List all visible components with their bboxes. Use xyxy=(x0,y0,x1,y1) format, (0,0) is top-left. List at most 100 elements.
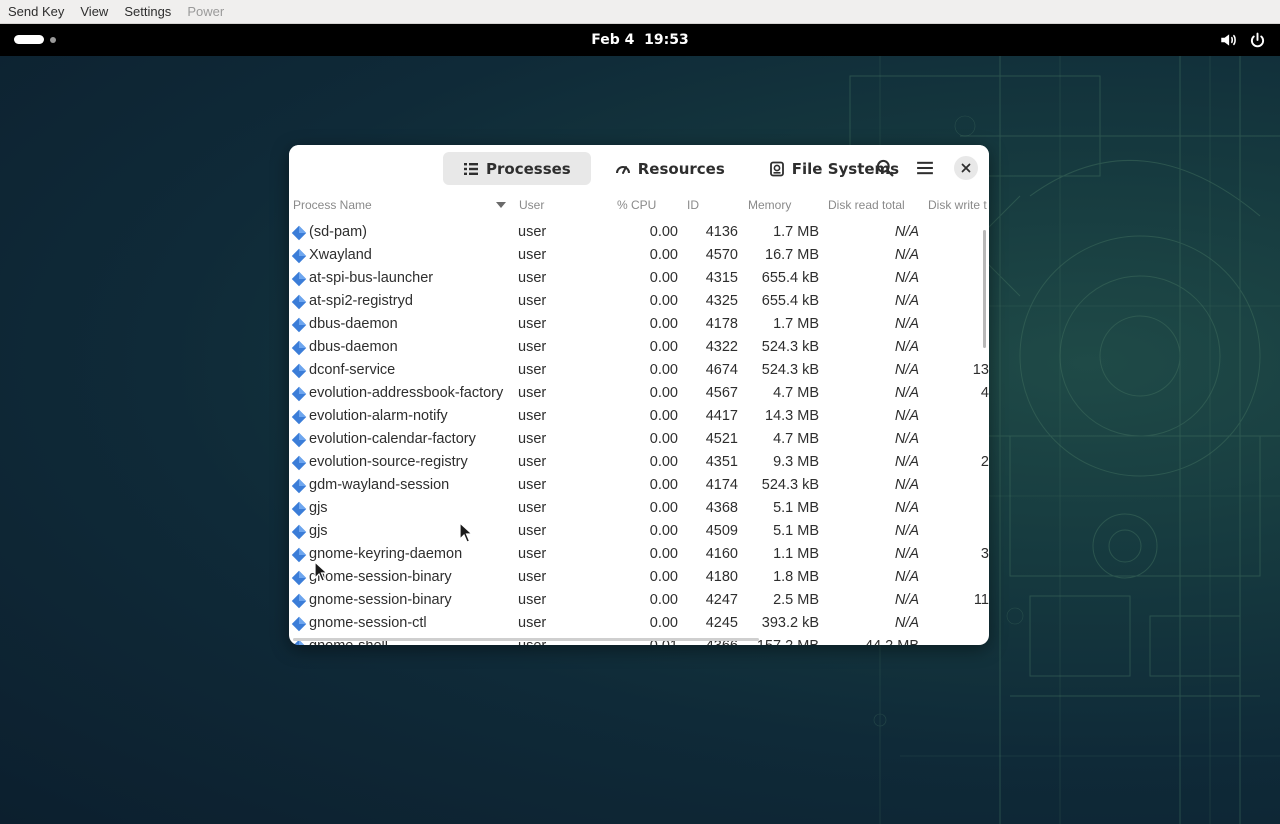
process-name: evolution-calendar-factory xyxy=(309,431,476,447)
process-id: 4174 xyxy=(705,477,738,493)
main-menu-button[interactable] xyxy=(911,154,939,182)
process-icon xyxy=(291,248,307,264)
table-row[interactable]: evolution-calendar-factory user 0.00 4521 4.… xyxy=(289,429,989,452)
menu-send-key[interactable]: Send Key xyxy=(0,0,72,24)
search-button[interactable] xyxy=(871,154,899,182)
process-icon xyxy=(291,501,307,517)
process-name: gjs xyxy=(309,500,328,516)
window-headerbar: Processes Resources File Systems xyxy=(289,145,989,191)
power-icon[interactable] xyxy=(1249,32,1266,49)
table-row[interactable]: gjs user 0.00 4509 5.1 MB N/A xyxy=(289,521,989,544)
sort-descending-icon[interactable] xyxy=(496,202,506,209)
table-row[interactable]: gnome-session-binary user 0.00 4180 1.8 MB N/… xyxy=(289,567,989,590)
table-row[interactable]: gjs user 0.00 4368 5.1 MB N/A xyxy=(289,498,989,521)
process-disk-write: 114. xyxy=(973,592,989,608)
process-name: dbus-daemon xyxy=(309,339,398,355)
process-icon xyxy=(291,386,307,402)
process-name: gdm-wayland-session xyxy=(309,477,450,493)
workspace-active-pill xyxy=(14,35,44,44)
process-memory: 393.2 kB xyxy=(761,615,819,631)
view-switcher: Processes Resources File Systems xyxy=(443,152,919,185)
process-memory: 1.7 MB xyxy=(773,224,819,240)
process-cpu: 0.00 xyxy=(649,592,678,608)
list-icon xyxy=(464,162,478,175)
process-memory: 1.1 MB xyxy=(773,546,819,562)
tab-resources[interactable]: Resources xyxy=(595,152,745,185)
process-cpu: 0.00 xyxy=(649,247,678,263)
process-icon xyxy=(291,524,307,540)
col-id[interactable]: ID xyxy=(687,198,699,212)
table-row[interactable]: (sd-pam) user 0.00 4136 1.7 MB N/A xyxy=(289,222,989,245)
table-row[interactable]: at-spi-bus-launcher user 0.00 4315 655.4 kB N… xyxy=(289,268,989,291)
gauge-icon xyxy=(615,165,630,174)
horizontal-scrollbar[interactable] xyxy=(293,638,759,641)
process-id: 4674 xyxy=(705,362,738,378)
process-user: user xyxy=(518,477,547,493)
workspace-dot xyxy=(50,36,56,43)
process-disk-read: N/A xyxy=(894,385,919,401)
volume-icon[interactable] xyxy=(1219,31,1237,49)
process-cpu: 0.00 xyxy=(649,454,678,470)
process-name: evolution-source-registry xyxy=(309,454,468,470)
process-memory: 524.3 kB xyxy=(761,339,819,355)
process-icon xyxy=(291,432,307,448)
table-row[interactable]: gnome-session-binary user 0.00 4247 2.5 MB N/… xyxy=(289,590,989,613)
process-name: dconf-service xyxy=(309,362,396,378)
process-name: evolution-addressbook-factory xyxy=(309,385,504,401)
table-row[interactable]: evolution-addressbook-factory user 0.00 456… xyxy=(289,383,989,406)
process-user: user xyxy=(518,247,547,263)
process-cpu: 0.00 xyxy=(649,385,678,401)
tab-processes[interactable]: Processes xyxy=(443,152,591,185)
menu-view[interactable]: View xyxy=(72,0,116,24)
activities-indicator-icon[interactable] xyxy=(14,35,56,44)
col-memory[interactable]: Memory xyxy=(748,198,791,212)
close-button[interactable] xyxy=(954,156,978,180)
process-user: user xyxy=(518,615,547,631)
process-disk-write: 131. xyxy=(972,362,989,378)
clock-time[interactable]: 19:53 xyxy=(644,32,689,48)
process-id: 4322 xyxy=(705,339,738,355)
mouse-pointer-icon xyxy=(459,522,473,543)
process-icon xyxy=(291,340,307,356)
process-table: (sd-pam) user 0.00 4136 1.7 MB N/A Xwayland use… xyxy=(289,222,989,645)
process-disk-write: 45. xyxy=(980,385,989,401)
process-disk-read: N/A xyxy=(894,454,919,470)
table-row[interactable]: evolution-source-registry user 0.00 4351 9.3… xyxy=(289,452,989,475)
table-row[interactable]: dconf-service user 0.00 4674 524.3 kB N/A 131. xyxy=(289,360,989,383)
clock-date[interactable]: Feb 4 xyxy=(591,32,634,48)
table-row[interactable]: dbus-daemon user 0.00 4322 524.3 kB N/A xyxy=(289,337,989,360)
table-row[interactable]: gnome-session-ctl user 0.00 4245 393.2 kB N/A xyxy=(289,613,989,636)
process-name: gjs xyxy=(309,523,328,539)
process-cpu: 0.00 xyxy=(649,362,678,378)
table-row[interactable]: gdm-wayland-session user 0.00 4174 524.3 kB N… xyxy=(289,475,989,498)
process-disk-read: N/A xyxy=(894,408,919,424)
process-id: 4567 xyxy=(705,385,738,401)
process-user: user xyxy=(518,408,547,424)
process-icon xyxy=(291,593,307,609)
process-cpu: 0.00 xyxy=(649,615,678,631)
process-disk-read: N/A xyxy=(894,270,919,286)
process-user: user xyxy=(518,523,547,539)
col-user[interactable]: User xyxy=(519,198,544,212)
process-user: user xyxy=(518,316,547,332)
process-name: gnome-session-ctl xyxy=(309,615,427,631)
table-row[interactable]: dbus-daemon user 0.00 4178 1.7 MB N/A xyxy=(289,314,989,337)
process-disk-read: N/A xyxy=(894,615,919,631)
system-monitor-window: Processes Resources File Systems Process… xyxy=(289,145,989,645)
col-cpu[interactable]: % CPU xyxy=(617,198,656,212)
table-row[interactable]: Xwayland user 0.00 4570 16.7 MB N/A xyxy=(289,245,989,268)
process-disk-read: N/A xyxy=(894,523,919,539)
process-cpu: 0.00 xyxy=(649,316,678,332)
col-disk-read-total[interactable]: Disk read total xyxy=(828,198,905,212)
col-disk-write-total[interactable]: Disk write t xyxy=(928,198,987,212)
system-status-area[interactable] xyxy=(1219,31,1266,49)
col-process-name[interactable]: Process Name xyxy=(293,198,372,212)
vertical-scrollbar[interactable] xyxy=(983,230,986,348)
table-row[interactable]: evolution-alarm-notify user 0.00 4417 14.3 M… xyxy=(289,406,989,429)
table-row[interactable]: at-spi2-registryd user 0.00 4325 655.4 kB N/A xyxy=(289,291,989,314)
process-disk-read: N/A xyxy=(894,500,919,516)
close-icon xyxy=(961,163,971,173)
process-icon xyxy=(291,616,307,632)
menu-settings[interactable]: Settings xyxy=(116,0,179,24)
table-row[interactable]: gnome-keyring-daemon user 0.00 4160 1.1 MB N/… xyxy=(289,544,989,567)
